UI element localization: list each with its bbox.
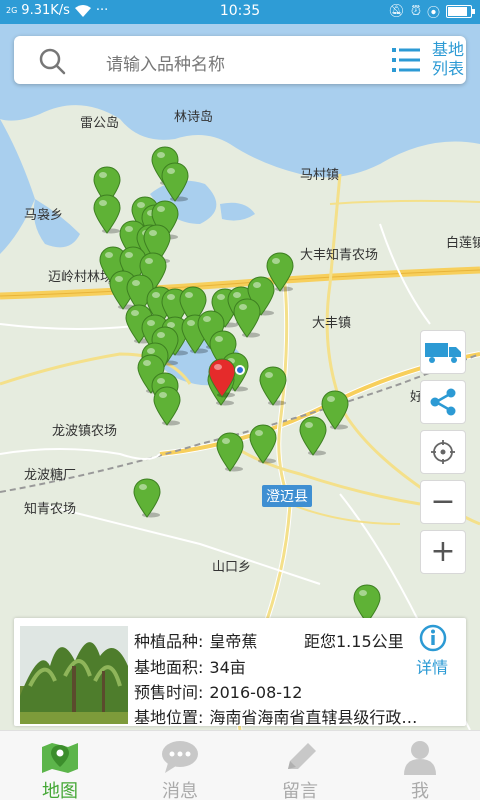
base-marker[interactable] [258,366,288,406]
nav-item-messages[interactable]: 消息 [120,731,240,800]
locate-button[interactable] [420,430,466,474]
location-label: 基地位置: [134,708,204,727]
detail-button[interactable]: 详情 [416,654,448,678]
nav-item-comments[interactable]: 留言 [240,731,360,800]
nav-label-me: 我 [411,781,429,800]
location-icon: ⦿ [426,6,440,21]
map-label: 大丰知青农场 [300,248,379,263]
logistics-button[interactable] [420,330,466,374]
map-label: 山口乡 [212,560,252,575]
presale-row: 预售时间: 2016-08-12 [134,679,302,703]
search-input[interactable]: 请输入品种名称 [106,50,225,75]
base-list-button[interactable]: 基地列表 [428,40,468,78]
map-label: 马袅乡 [24,208,64,223]
crosshair-icon [431,440,455,464]
mute-icon: 🔕︎ [388,4,405,19]
presale-value: 2016-08-12 [209,683,303,702]
variety-row: 种植品种: 皇帝蕉 [134,628,257,652]
bottom-nav: 地图 消息 留言 我 [0,730,480,800]
minus-icon: − [430,484,456,519]
user-icon [404,741,436,775]
search-icon[interactable] [38,47,66,75]
nav-item-map[interactable]: 地图 [0,731,120,800]
map-label: 白莲镇 [446,236,480,251]
area-value: 34亩 [209,658,246,677]
truck-icon [425,343,461,363]
zoom-in-button[interactable]: + [420,530,466,574]
info-icon[interactable] [419,624,447,652]
plus-icon: + [430,534,456,569]
distance-text: 距您1.15公里 [304,632,404,651]
nav-item-me[interactable]: 我 [360,731,480,800]
base-marker[interactable] [298,416,328,456]
map-label: 林诗岛 [174,110,214,125]
map-label: 马村镇 [300,168,340,183]
nav-label-comments: 留言 [282,781,318,800]
location-row: 基地位置: 海南省海南省直辖县级行政… [134,704,417,728]
location-value: 海南省海南省直辖县级行政… [209,708,418,727]
chat-icon [162,741,198,773]
nav-label-messages: 消息 [162,781,198,800]
base-marker[interactable] [215,432,245,472]
county-label: 澄迈县 [262,485,312,507]
list-icon[interactable] [390,44,422,76]
area-row: 基地面积: 34亩 [134,654,246,678]
map-label: 龙波镇农场 [52,424,118,439]
share-button[interactable] [420,380,466,424]
pencil-icon [288,743,316,769]
map-icon [42,743,78,773]
base-marker[interactable] [265,252,295,292]
map-label: 大丰镇 [312,316,352,331]
status-bar: 2G 9.31K/s ··· 10:35 🔕︎ ⏰︎ ⦿ [0,0,480,24]
current-location-dot [235,365,245,375]
presale-label: 预售时间: [134,683,204,702]
map-label: 雷公岛 [80,116,120,131]
map-label: 知青农场 [24,502,77,517]
base-marker[interactable] [248,424,278,464]
search-bar[interactable]: 请输入品种名称 基地列表 [14,36,466,84]
base-marker[interactable] [132,478,162,518]
variety-value: 皇帝蕉 [209,632,258,651]
selected-base-marker[interactable] [207,358,237,398]
area-label: 基地面积: [134,658,204,677]
base-info-card[interactable]: 种植品种: 皇帝蕉 距您1.15公里 详情 基地面积: 34亩 预售时间: 2016-… [14,618,466,728]
battery-icon [446,5,475,18]
variety-label: 种植品种: [134,632,204,651]
zoom-out-button[interactable]: − [420,480,466,524]
map-label: 龙波糖厂 [24,468,77,483]
nav-label-map: 地图 [42,781,78,800]
base-marker[interactable] [152,386,182,426]
base-photo [20,626,128,724]
alarm-icon: ⏰︎ [410,4,421,19]
base-marker[interactable] [160,162,190,202]
share-icon [430,388,456,416]
